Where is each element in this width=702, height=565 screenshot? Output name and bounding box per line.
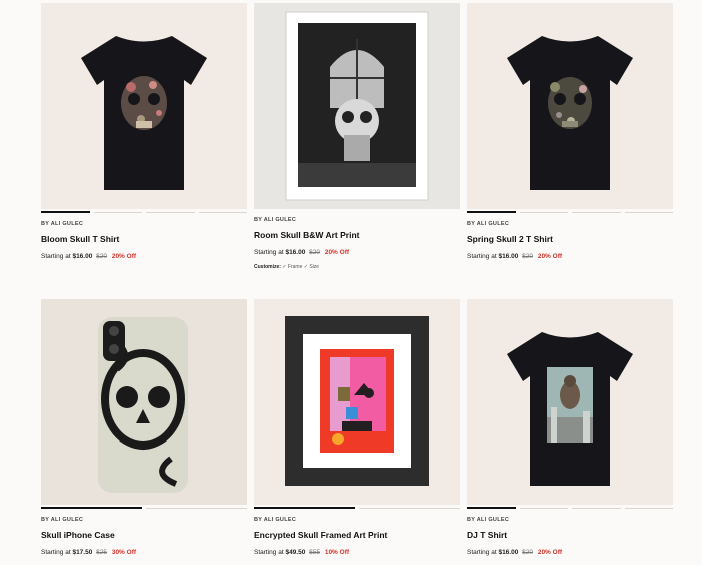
discount-badge: 20% Off <box>111 253 137 260</box>
sale-price: $16.00 <box>285 249 306 256</box>
artist-label[interactable]: BY ALI GULEC <box>254 217 296 223</box>
image-carousel-indicator[interactable] <box>254 507 460 509</box>
discount-badge: 20% Off <box>324 249 350 256</box>
price-line: Starting at $17.50 $25 30% Off <box>41 549 136 556</box>
price-line: Starting at $49.50 $55 10% Off <box>254 549 349 556</box>
product-image[interactable] <box>467 299 673 505</box>
discount-badge: 20% Off <box>537 253 563 260</box>
sale-price: $16.00 <box>498 549 519 556</box>
customize-options[interactable]: Customize: ✓ Frame ✓ Size <box>254 264 319 270</box>
sale-price: $17.50 <box>72 549 93 556</box>
starting-label: Starting at <box>467 549 497 556</box>
product-image[interactable] <box>254 3 460 209</box>
original-price: $55 <box>309 549 321 556</box>
sale-price: $16.00 <box>498 253 519 260</box>
product-title[interactable]: Room Skull B&W Art Print <box>254 230 359 240</box>
customize-values[interactable]: ✓ Frame ✓ Size <box>282 264 319 270</box>
product-image[interactable] <box>41 3 247 209</box>
price-line: Starting at $16.00 $20 20% Off <box>254 249 349 256</box>
original-price: $20 <box>522 253 534 260</box>
artist-label[interactable]: BY ALI GULEC <box>41 221 83 227</box>
starting-label: Starting at <box>41 253 71 260</box>
artist-label[interactable]: BY ALI GULEC <box>254 517 296 523</box>
discount-badge: 30% Off <box>111 549 137 556</box>
artist-label[interactable]: BY ALI GULEC <box>467 517 509 523</box>
image-carousel-indicator[interactable] <box>467 211 673 213</box>
starting-label: Starting at <box>254 249 284 256</box>
image-carousel-indicator[interactable] <box>41 211 247 213</box>
discount-badge: 20% Off <box>537 549 563 556</box>
product-title[interactable]: DJ T Shirt <box>467 530 507 540</box>
image-carousel-indicator[interactable] <box>41 507 247 509</box>
starting-label: Starting at <box>254 549 284 556</box>
sale-price: $49.50 <box>285 549 306 556</box>
price-line: Starting at $16.00 $20 20% Off <box>467 549 562 556</box>
original-price: $25 <box>96 549 108 556</box>
original-price: $20 <box>96 253 108 260</box>
starting-label: Starting at <box>467 253 497 260</box>
product-title[interactable]: Bloom Skull T Shirt <box>41 234 119 244</box>
starting-label: Starting at <box>41 549 71 556</box>
artist-label[interactable]: BY ALI GULEC <box>41 517 83 523</box>
product-image[interactable] <box>254 299 460 505</box>
product-image[interactable] <box>41 299 247 505</box>
price-line: Starting at $16.00 $20 20% Off <box>41 253 136 260</box>
discount-badge: 10% Off <box>324 549 350 556</box>
image-carousel-indicator[interactable] <box>467 507 673 509</box>
original-price: $20 <box>309 249 321 256</box>
customize-label: Customize: <box>254 264 281 270</box>
product-title[interactable]: Spring Skull 2 T Shirt <box>467 234 553 244</box>
product-title[interactable]: Encrypted Skull Framed Art Print <box>254 530 387 540</box>
product-title[interactable]: Skull iPhone Case <box>41 530 115 540</box>
product-image[interactable] <box>467 3 673 209</box>
sale-price: $16.00 <box>72 253 93 260</box>
original-price: $20 <box>522 549 534 556</box>
price-line: Starting at $16.00 $20 20% Off <box>467 253 562 260</box>
artist-label[interactable]: BY ALI GULEC <box>467 221 509 227</box>
